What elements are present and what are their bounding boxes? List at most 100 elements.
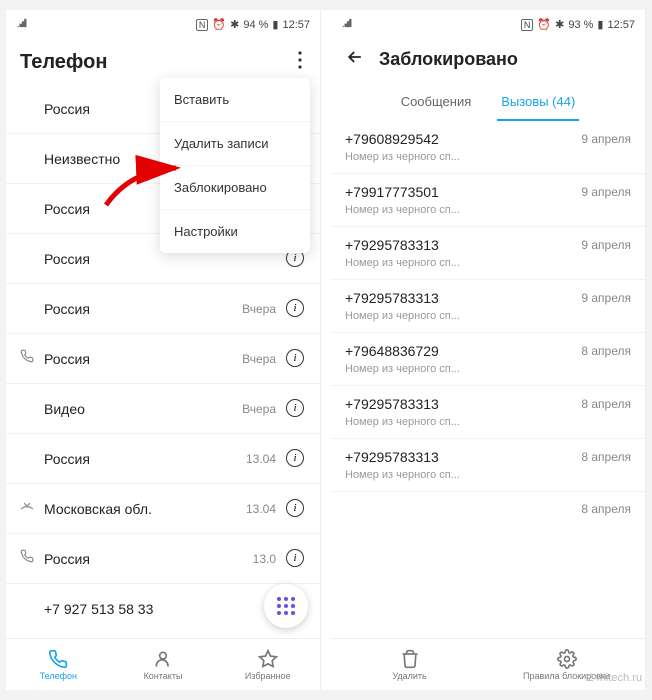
nav-favorites[interactable]: Избранное [215,639,320,690]
action-delete[interactable]: Удалить [331,639,488,690]
gear-icon [557,649,577,669]
phone-icon [48,649,68,669]
nav-label: Избранное [245,671,291,681]
signal-icon [16,16,30,33]
nfc-icon: N [521,19,534,31]
blocked-row[interactable]: +79295783313 9 апреля Номер из черного сп… [331,280,645,333]
outgoing-call-icon [20,349,38,368]
call-row[interactable]: Московская обл. 13.04 i [6,484,320,534]
blocked-row[interactable]: +79917773501 9 апреля Номер из черного сп… [331,174,645,227]
blocked-date: 9 апреля [581,185,631,199]
blocked-date: 8 апреля [581,502,631,516]
clock-text: 12:57 [282,19,310,31]
call-time: Вчера [242,402,276,416]
nav-label: Контакты [144,671,183,681]
blocked-row[interactable]: +79648836729 8 апреля Номер из черного сп… [331,333,645,386]
menu-item-blocked[interactable]: Заблокировано [160,166,310,210]
blocked-number: +79295783313 [345,449,439,465]
blocked-subtext: Номер из черного сп... [331,204,645,227]
bottom-nav: Телефон Контакты Избранное [6,638,320,690]
menu-item-settings[interactable]: Настройки [160,210,310,253]
blocked-subtext: Номер из черного сп... [331,363,645,386]
blocked-subtext: Номер из черного сп... [331,416,645,439]
caller-name: Россия [44,551,253,567]
call-row[interactable]: Видео Вчера i [6,384,320,434]
call-time: 13.04 [246,502,276,516]
blocked-number: +79295783313 [345,290,439,306]
blocked-date: 8 апреля [581,344,631,358]
watermark: 24hitech.ru [588,672,642,684]
blocked-date: 9 апреля [581,291,631,305]
nav-contacts[interactable]: Контакты [111,639,216,690]
blocked-row[interactable]: 8 апреля [331,492,645,520]
blocked-date: 9 апреля [581,238,631,252]
nav-label: Телефон [40,671,77,681]
tab-calls[interactable]: Вызовы (44) [497,88,579,121]
more-icon[interactable] [294,47,306,78]
star-icon [258,649,278,669]
contacts-icon [153,649,173,669]
missed-call-icon [20,499,38,518]
app-header: Телефон [6,37,320,84]
info-icon[interactable]: i [286,349,306,369]
blocked-row[interactable]: +792957833139 апреля Номер из черного сп… [331,227,645,280]
signal-icon [341,16,355,33]
blocked-list: +79608929542 9 апреля Номер из черного сп… [331,121,645,661]
trash-icon [400,649,420,669]
caller-name: Россия [44,351,242,367]
alarm-icon: ⏰ [212,18,226,31]
call-row[interactable]: Россия Вчера i [6,334,320,384]
tab-messages[interactable]: Сообщения [397,88,476,121]
blocked-subtext: Номер из черного сп... [331,151,645,174]
info-icon[interactable]: i [286,399,306,419]
caller-name: Видео [44,401,242,417]
dialer-fab[interactable] [264,584,308,628]
dialpad-icon [277,597,295,615]
phone-screen-right: N ⏰ ✱ 93 % ▮ 12:57 Заблокировано Сообщен… [331,10,646,690]
blocked-header: Заблокировано [331,37,645,78]
info-icon[interactable]: i [286,499,306,519]
dropdown-menu: Вставить Удалить записи Заблокировано На… [160,78,310,253]
blocked-row[interactable]: +79295783313 8 апреля Номер из черного сп… [331,439,645,492]
battery-text: 93 % [568,19,593,31]
bluetooth-icon: ✱ [555,18,564,31]
menu-item-delete-records[interactable]: Удалить записи [160,122,310,166]
outgoing-call-icon [20,549,38,568]
menu-item-paste[interactable]: Вставить [160,78,310,122]
tabs: Сообщения Вызовы (44) [331,78,645,121]
battery-text: 94 % [243,19,268,31]
back-icon[interactable] [345,47,365,72]
battery-icon: ▮ [597,18,603,31]
clock-text: 12:57 [607,19,635,31]
caller-name: Россия [44,301,242,317]
call-row[interactable]: Россия Вчера i [6,284,320,334]
info-icon[interactable]: i [286,449,306,469]
blocked-number: +79648836729 [345,343,439,359]
blocked-number: +79917773501 [345,184,439,200]
blocked-date: 8 апреля [581,397,631,411]
status-bar: N ⏰ ✱ 93 % ▮ 12:57 [331,10,645,37]
blocked-subtext: Номер из черного сп... [331,257,645,280]
call-row[interactable]: Россия 13.04 i [6,434,320,484]
info-icon[interactable]: i [286,299,306,319]
call-row[interactable]: Россия 13.0 i [6,534,320,584]
nfc-icon: N [196,19,209,31]
blocked-number: +79608929542 [345,131,439,147]
call-time: Вчера [242,352,276,366]
action-label: Удалить [392,671,426,681]
page-title: Заблокировано [379,49,518,70]
blocked-subtext: Номер из черного сп... [331,310,645,333]
alarm-icon: ⏰ [537,18,551,31]
call-time: 13.04 [246,452,276,466]
battery-icon: ▮ [272,18,278,31]
info-icon[interactable]: i [286,549,306,569]
bluetooth-icon: ✱ [230,18,239,31]
caller-name: Московская обл. [44,501,246,517]
blocked-row[interactable]: +792957833138 апреля Номер из черного сп… [331,386,645,439]
nav-phone[interactable]: Телефон [6,639,111,690]
blocked-subtext: Номер из черного сп... [331,469,645,492]
blocked-date: 8 апреля [581,450,631,464]
blocked-row[interactable]: +796089295429 апреля Номер из черного сп… [331,121,645,174]
call-time: 13.0 [253,552,276,566]
phone-screen-left: N ⏰ ✱ 94 % ▮ 12:57 Телефон Россия i [6,10,321,690]
